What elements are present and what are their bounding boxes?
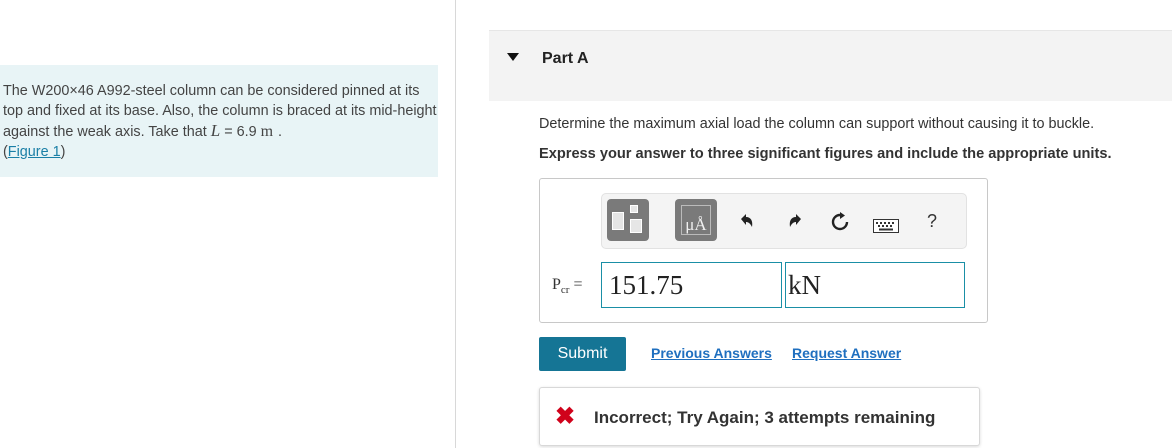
question-text: Determine the maximum axial load the col… xyxy=(539,116,1095,132)
template-block-icon xyxy=(630,219,642,233)
answer-label: Pcr = xyxy=(552,276,582,296)
answer-label-main: P xyxy=(552,276,561,293)
length-variable: L xyxy=(210,121,221,140)
incorrect-x-icon: ✖ xyxy=(555,403,576,430)
help-button[interactable]: ? xyxy=(927,211,937,232)
feedback-text: Incorrect; Try Again; 3 attempts remaini… xyxy=(594,408,936,427)
length-value: = 6.9 xyxy=(220,124,261,140)
submit-button[interactable]: Submit xyxy=(539,337,626,371)
undo-icon[interactable] xyxy=(737,212,755,234)
answer-value-input[interactable]: 151.75 xyxy=(601,262,782,308)
units-label: μÅ xyxy=(681,205,711,235)
redo-icon[interactable] xyxy=(787,212,805,234)
previous-answers-link[interactable]: Previous Answers xyxy=(651,345,772,361)
instruction-text: Express your answer to three significant… xyxy=(539,146,1112,162)
part-title[interactable]: Part A xyxy=(542,50,589,68)
figure-link[interactable]: Figure 1 xyxy=(8,144,61,160)
problem-statement: The W200×46 A992-steel column can be con… xyxy=(0,65,438,177)
reset-icon[interactable] xyxy=(830,212,850,236)
template-block-icon xyxy=(630,205,638,213)
answer-label-equals: = xyxy=(569,276,583,293)
figure-paren-close: ) xyxy=(60,143,66,160)
template-block-icon xyxy=(612,212,624,230)
keyboard-icon[interactable] xyxy=(873,217,899,237)
panel-divider xyxy=(455,0,456,448)
math-toolbar xyxy=(601,193,967,249)
part-header[interactable] xyxy=(489,30,1172,101)
problem-period: . xyxy=(274,124,283,140)
templates-button[interactable] xyxy=(607,199,649,241)
units-button[interactable]: μÅ xyxy=(675,199,717,241)
request-answer-link[interactable]: Request Answer xyxy=(792,345,901,361)
answer-unit-input[interactable]: kN xyxy=(785,262,965,308)
collapse-triangle-icon[interactable] xyxy=(507,53,519,61)
length-unit: m xyxy=(260,123,275,140)
